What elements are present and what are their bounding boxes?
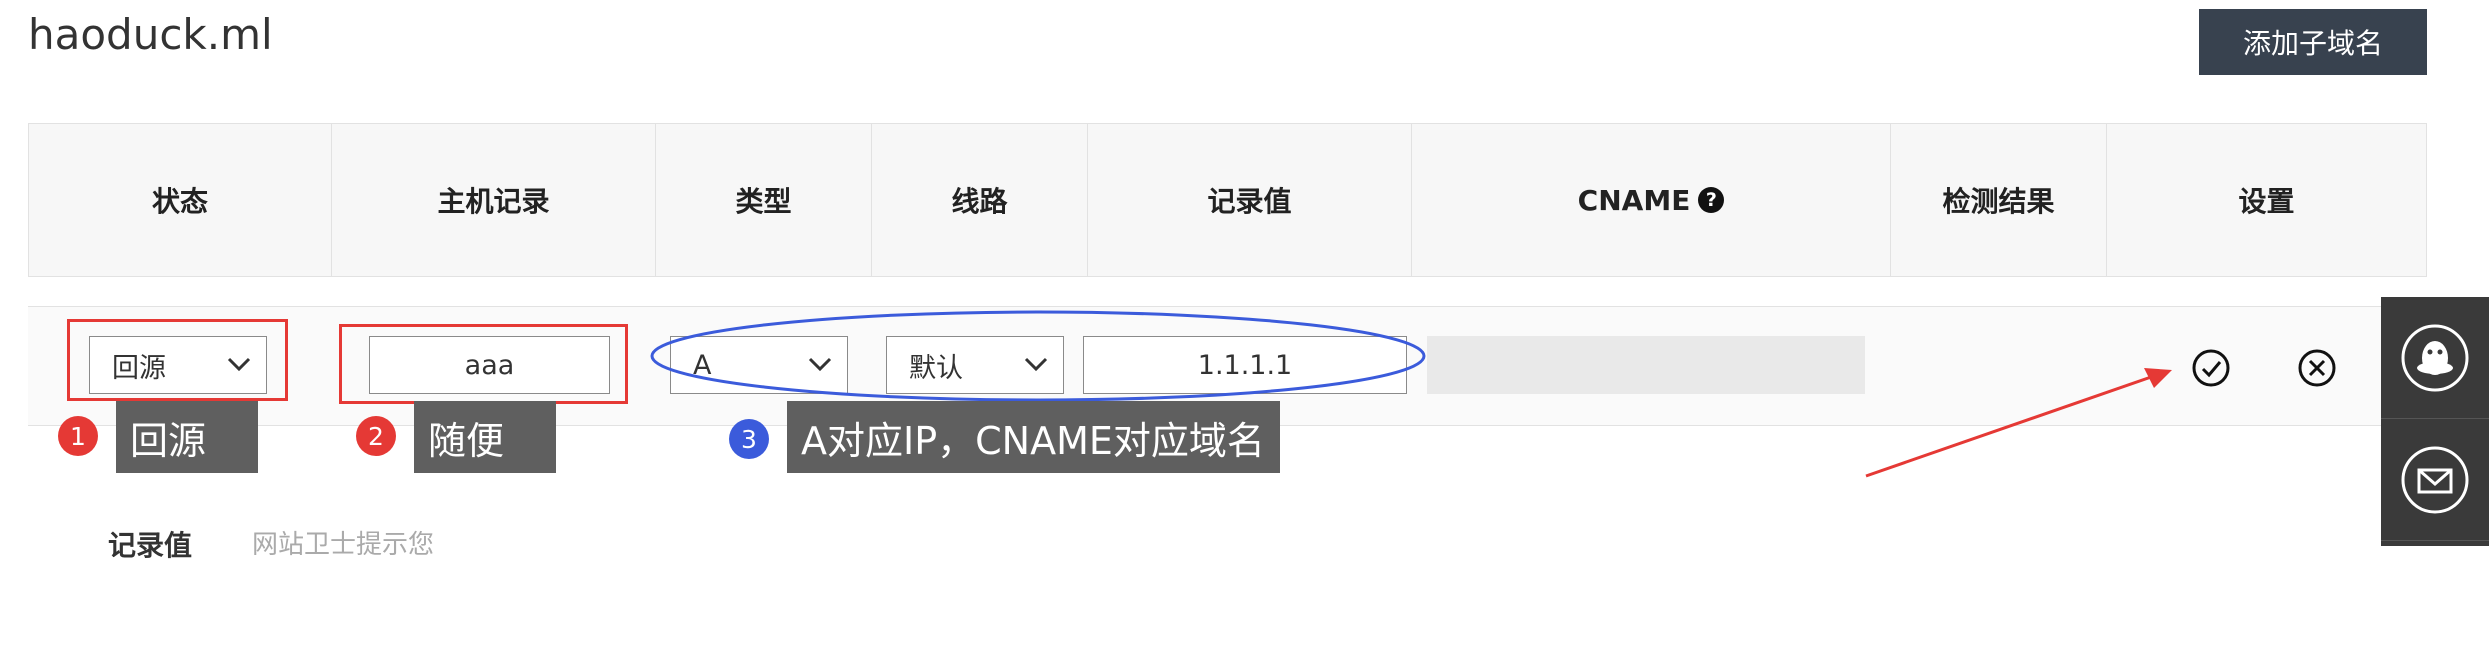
page-title: haoduck.ml bbox=[28, 10, 273, 59]
highlight-ellipse bbox=[650, 310, 1426, 402]
host-input[interactable]: aaa bbox=[369, 336, 610, 394]
header-cname: CNAME ? bbox=[1412, 124, 1891, 276]
header-host: 主机记录 bbox=[332, 124, 656, 276]
qq-penguin-icon bbox=[2401, 324, 2469, 391]
annotation-tip-3: A对应IP，CNAME对应域名 bbox=[787, 401, 1280, 473]
annotation-arrow bbox=[1865, 368, 2172, 478]
annotation-badge-1: 1 bbox=[58, 416, 98, 456]
table-header: 状态 主机记录 类型 线路 记录值 CNAME ? 检测结果 设置 bbox=[28, 123, 2427, 277]
header-cname-label: CNAME bbox=[1577, 183, 1691, 217]
status-select[interactable]: 回源 bbox=[89, 336, 267, 394]
header-status: 状态 bbox=[29, 124, 332, 276]
annotation-tip-2: 随便 bbox=[414, 401, 556, 473]
x-circle-icon[interactable] bbox=[2297, 348, 2337, 388]
chevron-down-icon bbox=[227, 357, 251, 372]
cname-field-placeholder bbox=[1427, 336, 1865, 394]
email-contact-button[interactable] bbox=[2381, 419, 2489, 541]
annotation-badge-3: 3 bbox=[729, 419, 769, 459]
footer-label: 记录值 bbox=[108, 529, 193, 562]
header-line: 线路 bbox=[872, 124, 1088, 276]
floating-sidebar bbox=[2381, 297, 2489, 636]
footer-hint: 网站卫士提示您 bbox=[252, 530, 435, 560]
header-type: 类型 bbox=[656, 124, 872, 276]
header-settings: 设置 bbox=[2238, 185, 2295, 218]
annotation-badge-2: 2 bbox=[356, 416, 396, 456]
header-value: 记录值 bbox=[1088, 124, 1412, 276]
check-circle-icon[interactable] bbox=[2191, 348, 2231, 388]
sidebar-more-button[interactable] bbox=[2381, 541, 2489, 663]
mail-icon bbox=[2401, 446, 2469, 513]
status-select-value: 回源 bbox=[112, 352, 166, 384]
qq-contact-button[interactable] bbox=[2381, 297, 2489, 419]
partial-circle-icon bbox=[2401, 568, 2469, 636]
header-check-result: 检测结果 bbox=[1891, 124, 2107, 276]
add-subdomain-button[interactable]: 添加子域名 bbox=[2199, 9, 2427, 75]
question-circle-icon[interactable]: ? bbox=[1698, 187, 1725, 213]
annotation-tip-1: 回源 bbox=[116, 401, 258, 473]
